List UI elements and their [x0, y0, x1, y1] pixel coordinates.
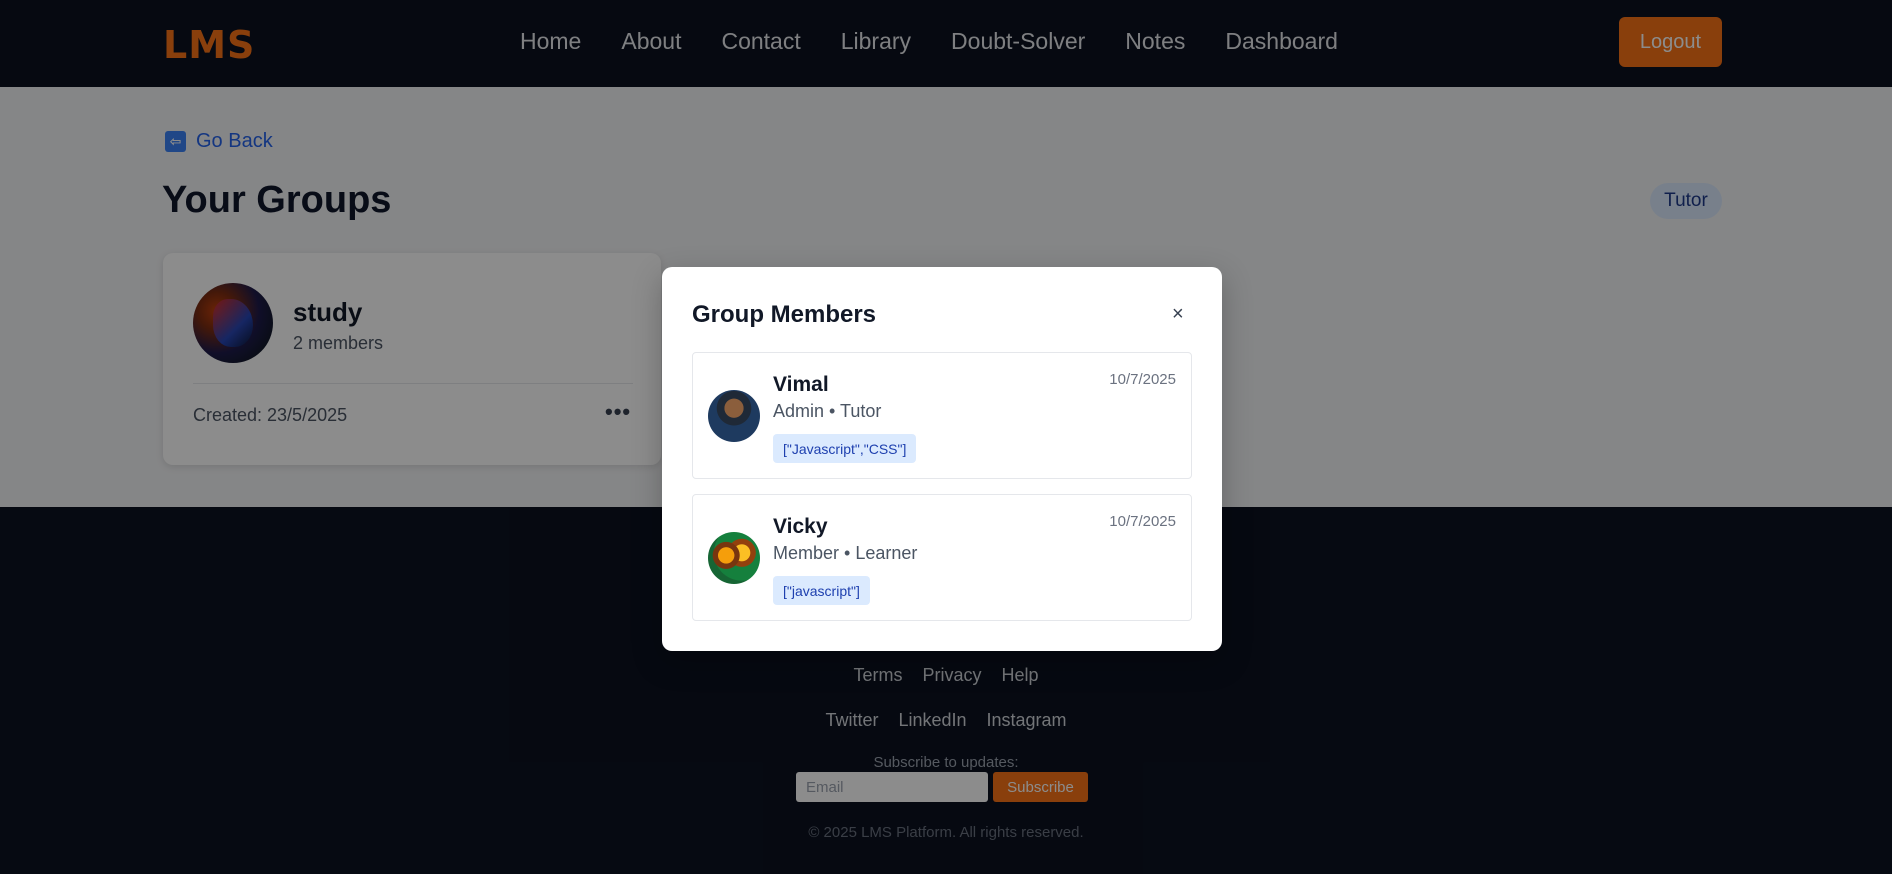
member-joined-date: 10/7/2025	[1109, 371, 1176, 388]
modal-title: Group Members	[692, 301, 877, 328]
member-skills-badge: ["Javascript","CSS"]	[773, 434, 917, 463]
member-name: Vimal	[773, 373, 829, 396]
member-skills-badge: ["javascript"]	[773, 576, 870, 605]
avatar	[708, 390, 760, 442]
group-members-modal: Group Members × Vimal Admin • Tutor ["Ja…	[662, 267, 1222, 651]
member-role: Member • Learner	[773, 543, 918, 563]
member-role: Admin • Tutor	[773, 401, 882, 421]
member-card: Vicky Member • Learner ["javascript"] 10…	[692, 494, 1192, 621]
avatar	[708, 532, 760, 584]
member-name: Vicky	[773, 515, 828, 538]
member-joined-date: 10/7/2025	[1109, 513, 1176, 530]
member-card: Vimal Admin • Tutor ["Javascript","CSS"]…	[692, 352, 1192, 479]
close-icon[interactable]: ×	[1172, 303, 1184, 326]
